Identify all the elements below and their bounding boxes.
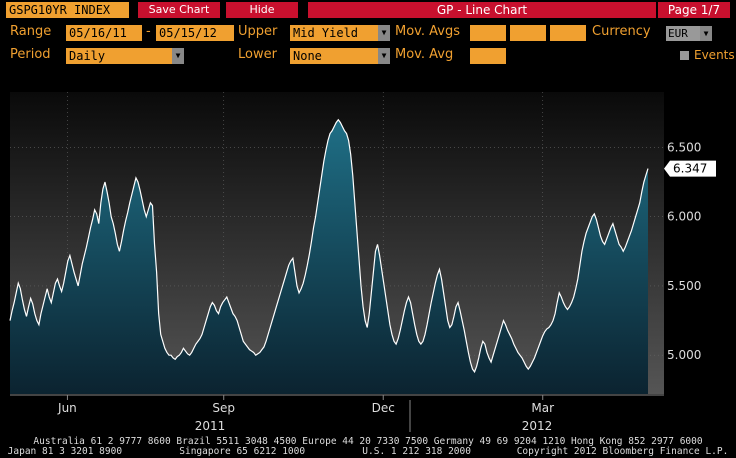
y-tick-label: 5.000 xyxy=(667,348,701,362)
range-end-field[interactable]: 05/15/12 xyxy=(156,25,234,41)
footer-contacts: Australia 61 2 9777 8600 Brazil 5511 304… xyxy=(0,437,736,457)
x-year-label: 2012 xyxy=(522,419,553,433)
x-year-label: 2011 xyxy=(195,419,226,433)
page-indicator[interactable]: Page 1/7 xyxy=(658,2,730,18)
period-dropdown-icon[interactable]: ▼ xyxy=(172,48,184,64)
upper-dropdown-icon[interactable]: ▼ xyxy=(378,25,390,41)
lower-label: Lower xyxy=(238,47,277,62)
y-tick-label: 6.500 xyxy=(667,140,701,154)
range-label: Range xyxy=(10,24,52,39)
function-title: GP - Line Chart xyxy=(308,2,656,18)
x-month-label: Dec xyxy=(372,401,395,415)
period-row: Period Daily ▼ Lower None ▼ Mov. Avg Eve… xyxy=(0,45,736,67)
save-chart-button[interactable]: Save Chart xyxy=(138,2,220,18)
events-label: Events xyxy=(694,48,735,62)
range-row: Range 05/16/11 - 05/15/12 Upper Mid Yiel… xyxy=(0,22,736,44)
mov-avg-field-3[interactable] xyxy=(550,25,586,41)
y-tick-label: 6.000 xyxy=(667,210,701,224)
x-month-label: Sep xyxy=(212,401,235,415)
ticker-field[interactable]: GSPG10YR INDEX xyxy=(6,2,129,18)
currency-label: Currency xyxy=(592,24,651,39)
hide-button[interactable]: Hide xyxy=(226,2,298,18)
last-value-label: 6.347 xyxy=(673,162,707,176)
lower-dropdown-icon[interactable]: ▼ xyxy=(378,48,390,64)
mov-avg-field-2[interactable] xyxy=(510,25,546,41)
mov-avg-lower-field[interactable] xyxy=(470,48,506,64)
range-separator: - xyxy=(146,24,151,39)
currency-dropdown-icon[interactable]: ▼ xyxy=(700,26,712,41)
upper-label: Upper xyxy=(238,24,278,39)
footer-line-2: Japan 81 3 3201 8900 Singapore 65 6212 1… xyxy=(7,446,729,457)
period-label: Period xyxy=(10,47,51,62)
x-month-label: Jun xyxy=(57,401,77,415)
range-start-field[interactable]: 05/16/11 xyxy=(66,25,142,41)
y-tick-label: 5.500 xyxy=(667,279,701,293)
mov-avgs-label: Mov. Avgs xyxy=(395,24,460,39)
upper-select[interactable]: Mid Yield xyxy=(290,25,378,41)
lower-select[interactable]: None xyxy=(290,48,378,64)
events-checkbox[interactable] xyxy=(680,51,689,60)
line-chart[interactable]: 5.000 5.500 6.000 6.500 6.347 Jun Sep Dec Mar 2… xyxy=(0,70,736,437)
title-bar: GSPG10YR INDEX Save Chart Hide GP - Line… xyxy=(0,0,736,21)
mov-avg-field-1[interactable] xyxy=(470,25,506,41)
x-month-label: Mar xyxy=(531,401,554,415)
mov-avg-label: Mov. Avg xyxy=(395,47,454,62)
period-select[interactable]: Daily xyxy=(66,48,172,64)
